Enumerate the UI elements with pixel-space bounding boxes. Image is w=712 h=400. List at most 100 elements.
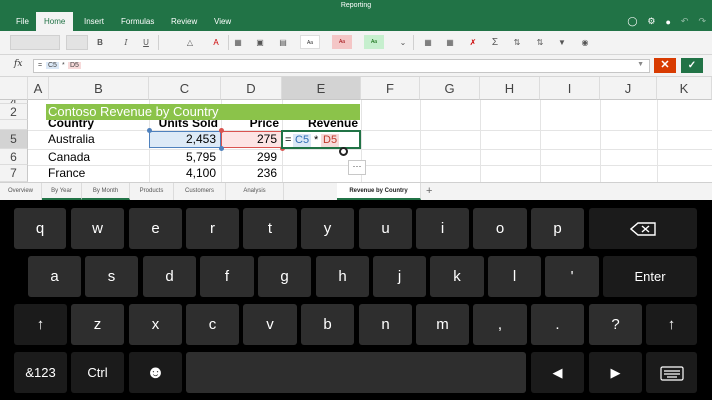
cancel-button[interactable]: ✕ [654, 58, 676, 73]
key-o[interactable]: o [473, 208, 527, 249]
column-header[interactable]: K [657, 77, 712, 100]
tab-file[interactable]: File [16, 12, 29, 31]
key-z[interactable]: z [71, 304, 124, 345]
key-p[interactable]: p [531, 208, 584, 249]
backspace-key[interactable] [589, 208, 697, 249]
sheet-tab[interactable]: Analysis [226, 183, 284, 200]
key-comma[interactable]: , [473, 304, 527, 345]
tab-review[interactable]: Review [171, 12, 197, 31]
worksheet-grid[interactable]: A B C D E F G H I J K 4 2 5 6 7 Country … [0, 77, 712, 182]
key-n[interactable]: n [359, 304, 412, 345]
keyboard-layout-key[interactable] [646, 352, 697, 393]
enter-key[interactable]: Enter [603, 256, 697, 297]
fill-color-icon[interactable]: △ [183, 35, 197, 50]
ctrl-key[interactable]: Ctrl [71, 352, 124, 393]
chevron-down-icon[interactable]: ⌄ [398, 35, 408, 50]
clear-icon[interactable]: ✗ [466, 35, 480, 50]
key-t[interactable]: t [243, 208, 297, 249]
key-y[interactable]: y [301, 208, 354, 249]
sheet-tab[interactable]: Products [130, 183, 174, 200]
key-apostrophe[interactable]: ' [545, 256, 599, 297]
borders-icon[interactable]: ▦ [231, 35, 245, 50]
cell-units[interactable]: 5,795 [149, 150, 216, 165]
cell-price[interactable]: 299 [221, 150, 277, 165]
numbers-key[interactable]: &123 [14, 352, 67, 393]
row-header[interactable]: 6 [0, 149, 28, 165]
row-header-selected[interactable]: 5 [0, 130, 28, 149]
cell-country[interactable]: Australia [48, 132, 95, 147]
find-icon[interactable]: ◉ [578, 35, 592, 50]
column-header[interactable]: A [28, 77, 49, 100]
tab-view[interactable]: View [214, 12, 231, 31]
column-header[interactable]: C [149, 77, 221, 100]
key-u[interactable]: u [359, 208, 412, 249]
confirm-button[interactable]: ✓ [681, 58, 703, 73]
insert-cells-icon[interactable]: ▦ [421, 35, 435, 50]
shift-left-key[interactable]: ↑ [14, 304, 67, 345]
column-header[interactable]: H [480, 77, 540, 100]
key-w[interactable]: w [71, 208, 124, 249]
column-header[interactable]: I [540, 77, 600, 100]
key-m[interactable]: m [416, 304, 469, 345]
column-header[interactable]: F [361, 77, 420, 100]
cell-units[interactable]: 4,100 [149, 166, 216, 181]
filter-icon[interactable]: ▼ [555, 35, 569, 50]
key-s[interactable]: s [85, 256, 138, 297]
sheet-tab[interactable]: By Month [82, 183, 130, 200]
font-size-box[interactable] [66, 35, 88, 50]
italic-button[interactable]: I [120, 35, 132, 50]
key-x[interactable]: x [129, 304, 182, 345]
selection-handle[interactable] [339, 147, 348, 156]
cell-country[interactable]: France [48, 166, 85, 181]
sort-ascending-icon[interactable]: ⇅ [510, 35, 524, 50]
merge-icon[interactable]: ▣ [253, 35, 267, 50]
shift-right-key[interactable]: ↑ [646, 304, 697, 345]
key-period[interactable]: . [531, 304, 584, 345]
tab-home[interactable]: Home [36, 12, 74, 31]
sort-descending-icon[interactable]: ⇅ [533, 35, 547, 50]
key-c[interactable]: c [186, 304, 239, 345]
key-l[interactable]: l [488, 256, 541, 297]
arrow-right-key[interactable]: ▶ [589, 352, 642, 393]
active-cell-e5[interactable]: = C5 * D5 [281, 130, 361, 149]
style-normal[interactable]: Aa [300, 35, 320, 49]
style-good[interactable]: Aa [364, 35, 384, 49]
arrow-left-key[interactable]: ◀ [531, 352, 584, 393]
function-icon[interactable]: fx [14, 59, 22, 69]
key-j[interactable]: j [373, 256, 426, 297]
font-name-box[interactable] [10, 35, 60, 50]
style-bad[interactable]: Aa [332, 35, 352, 49]
share-icon[interactable]: ● [665, 17, 670, 27]
delete-cells-icon[interactable]: ▦ [443, 35, 457, 50]
sheet-tab[interactable]: By Year [42, 183, 82, 200]
column-header[interactable]: G [420, 77, 480, 100]
column-header[interactable]: D [221, 77, 282, 100]
expand-formula-icon[interactable]: ▼ [637, 61, 644, 68]
space-key[interactable] [186, 352, 526, 393]
emoji-key[interactable]: ☻ [129, 352, 182, 393]
key-v[interactable]: v [243, 304, 297, 345]
cell-units[interactable]: 2,453 [149, 132, 216, 147]
key-a[interactable]: a [28, 256, 81, 297]
cell-country[interactable]: Canada [48, 150, 90, 165]
key-r[interactable]: r [186, 208, 239, 249]
column-header[interactable]: B [49, 77, 149, 100]
key-d[interactable]: d [143, 256, 196, 297]
lightbulb-icon[interactable]: ◯ [627, 16, 637, 27]
redo-icon[interactable]: ↷ [698, 16, 706, 27]
bold-button[interactable]: B [94, 35, 106, 50]
add-sheet-icon[interactable]: + [426, 183, 432, 200]
sheet-title-cell[interactable]: Contoso Revenue by Country [46, 104, 360, 120]
column-header-selected[interactable]: E [282, 77, 361, 100]
key-f[interactable]: f [200, 256, 254, 297]
cell-price[interactable]: 275 [221, 132, 277, 147]
key-h[interactable]: h [316, 256, 369, 297]
cell-price[interactable]: 236 [221, 166, 277, 181]
key-q[interactable]: q [14, 208, 66, 249]
tab-insert[interactable]: Insert [84, 12, 104, 31]
undo-icon[interactable]: ↶ [681, 16, 689, 27]
key-question[interactable]: ? [589, 304, 642, 345]
tab-formulas[interactable]: Formulas [121, 12, 154, 31]
key-b[interactable]: b [301, 304, 354, 345]
key-g[interactable]: g [258, 256, 311, 297]
